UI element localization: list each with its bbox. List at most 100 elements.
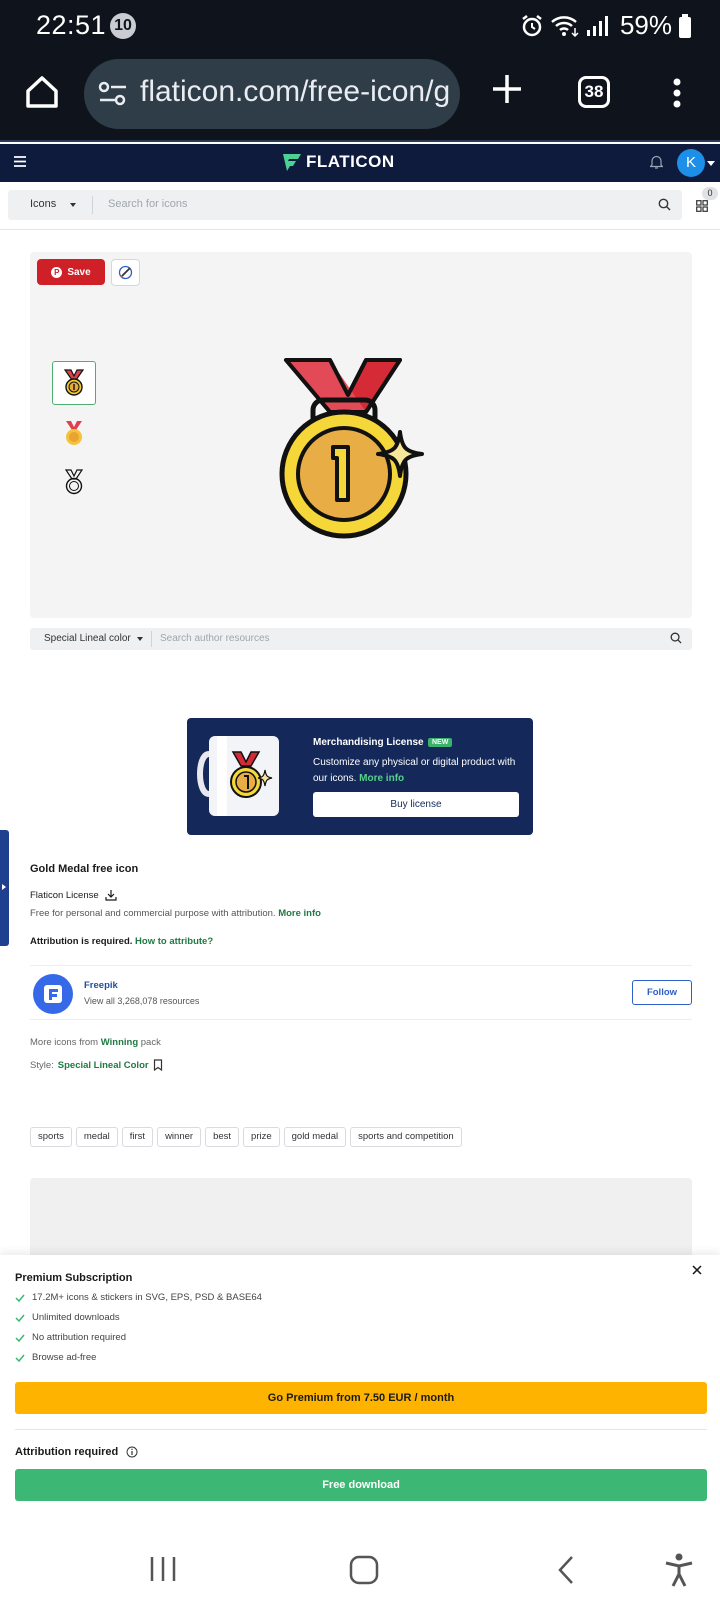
feature-text: 17.2M+ icons & stickers in SVG, EPS, PSD… (32, 1292, 262, 1303)
follow-button[interactable]: Follow (632, 980, 692, 1005)
divider (0, 229, 720, 230)
home-icon[interactable] (22, 72, 62, 112)
collections-grid-icon[interactable] (696, 200, 708, 212)
search-input[interactable]: Search for icons (108, 198, 187, 210)
info-icon[interactable] (126, 1446, 138, 1458)
thumbnail-outline-variant[interactable] (52, 460, 96, 504)
check-icon (15, 1354, 25, 1362)
chevron-down-icon[interactable] (70, 203, 76, 207)
thumbnail-color-variant[interactable] (52, 361, 96, 405)
tag-prize[interactable]: prize (243, 1127, 280, 1147)
license-label: Flaticon License (30, 889, 99, 901)
menu-icon[interactable] (14, 156, 26, 167)
divider (30, 965, 692, 966)
edit-icon-button[interactable] (111, 259, 140, 286)
page-title: Gold Medal free icon (30, 863, 139, 875)
merch-description-text: Customize any physical or digital produc… (313, 757, 516, 784)
site-settings-icon[interactable] (98, 81, 128, 107)
download-icon[interactable] (105, 889, 117, 901)
pinterest-icon: P (51, 266, 63, 278)
browser-toolbar: flaticon.com/free-icon/g 38 (0, 52, 720, 142)
feature-text: Browse ad-free (32, 1352, 97, 1363)
divider (15, 1429, 707, 1430)
status-icons: 59% (520, 10, 692, 41)
bookmark-icon[interactable] (153, 1059, 163, 1071)
license-more-info-link[interactable]: More info (278, 908, 321, 919)
ad-placeholder (30, 1178, 692, 1258)
new-badge: NEW (428, 738, 453, 747)
flaticon-logo-mark-icon (283, 154, 301, 171)
notifications-bell-icon[interactable] (650, 155, 663, 169)
author-resources-link[interactable]: View all 3,268,078 resources (84, 996, 199, 1006)
site-header: FLATICON K (0, 144, 720, 182)
tag-list: sports medal first winner best prize gol… (30, 1127, 462, 1147)
user-avatar[interactable]: K (677, 149, 705, 177)
style-link[interactable]: Special Lineal Color (58, 1060, 149, 1071)
merch-title: Merchandising License (313, 737, 424, 748)
thumbnail-flat-variant[interactable] (52, 411, 96, 455)
address-bar[interactable]: flaticon.com/free-icon/g (84, 59, 460, 129)
tag-first[interactable]: first (121, 1127, 154, 1147)
tab-switcher-button[interactable]: 38 (578, 76, 610, 108)
resource-type-select[interactable]: Icons (30, 198, 56, 210)
check-icon (15, 1334, 25, 1342)
notification-count-badge: 10 (110, 13, 136, 39)
tag-best[interactable]: best (205, 1127, 240, 1147)
alarm-icon (522, 14, 542, 36)
author-name-link[interactable]: Freepik (84, 980, 118, 991)
freepik-logo-icon (44, 985, 62, 1003)
recent-apps-icon[interactable] (149, 1555, 177, 1583)
battery-icon (679, 13, 691, 38)
license-description: Free for personal and commercial purpose… (30, 908, 321, 919)
close-icon[interactable] (692, 1265, 702, 1275)
attribution-row: Attribution is required. How to attribut… (30, 936, 213, 947)
feature-text: No attribution required (32, 1332, 126, 1343)
author-search-input[interactable]: Search author resources (160, 633, 270, 644)
go-premium-button[interactable]: Go Premium from 7.50 EUR / month (15, 1382, 707, 1414)
gold-medal-icon (63, 369, 85, 396)
pack-link[interactable]: Winning (101, 1037, 138, 1048)
pack-prefix: More icons from (30, 1037, 99, 1048)
how-to-attribute-link[interactable]: How to attribute? (135, 936, 213, 947)
pinterest-save-button[interactable]: P Save (37, 259, 105, 285)
tag-sports-and-competition[interactable]: sports and competition (350, 1127, 462, 1147)
side-drawer-tab[interactable] (0, 830, 9, 946)
merch-more-info-link[interactable]: More info (359, 773, 404, 784)
pack-suffix: pack (140, 1037, 161, 1048)
style-info: Style: Special Lineal Color (30, 1059, 163, 1071)
collection-count-badge: 0 (702, 187, 718, 200)
author-avatar[interactable] (33, 974, 73, 1014)
accessibility-icon[interactable] (664, 1553, 694, 1587)
attribution-required-text: Attribution is required. (30, 936, 133, 947)
tag-gold-medal[interactable]: gold medal (283, 1127, 347, 1147)
divider (30, 1019, 692, 1020)
feature-text: Unlimited downloads (32, 1312, 120, 1323)
signal-icon (586, 15, 608, 36)
new-tab-icon[interactable] (490, 72, 524, 106)
logo-text: FLATICON (306, 152, 395, 171)
tag-winner[interactable]: winner (157, 1127, 202, 1147)
status-time: 22:51 (36, 10, 107, 40)
back-icon[interactable] (556, 1555, 576, 1585)
buy-license-button[interactable]: Buy license (313, 792, 519, 817)
more-options-icon[interactable] (672, 78, 682, 108)
icon-search-bar: Icons Search for icons (8, 190, 682, 220)
divider (151, 631, 152, 647)
license-row: Flaticon License (30, 889, 117, 901)
chevron-down-icon[interactable] (707, 161, 715, 166)
tag-medal[interactable]: medal (75, 1127, 118, 1147)
tag-sports[interactable]: sports (30, 1127, 72, 1147)
premium-feature: 17.2M+ icons & stickers in SVG, EPS, PSD… (15, 1292, 262, 1303)
home-button-icon[interactable] (349, 1555, 379, 1585)
search-icon[interactable] (658, 198, 671, 211)
chevron-down-icon[interactable] (137, 637, 143, 641)
free-download-button[interactable]: Free download (15, 1469, 707, 1501)
gold-medal-flat-icon (66, 421, 82, 445)
url-text: flaticon.com/free-icon/g (140, 75, 451, 108)
pack-info: More icons from Winning pack (30, 1037, 161, 1048)
search-icon[interactable] (670, 632, 682, 644)
premium-feature: No attribution required (15, 1332, 126, 1343)
style-select[interactable]: Special Lineal color (44, 633, 131, 644)
flaticon-logo[interactable]: FLATICON (282, 152, 395, 172)
license-description-text: Free for personal and commercial purpose… (30, 908, 276, 919)
